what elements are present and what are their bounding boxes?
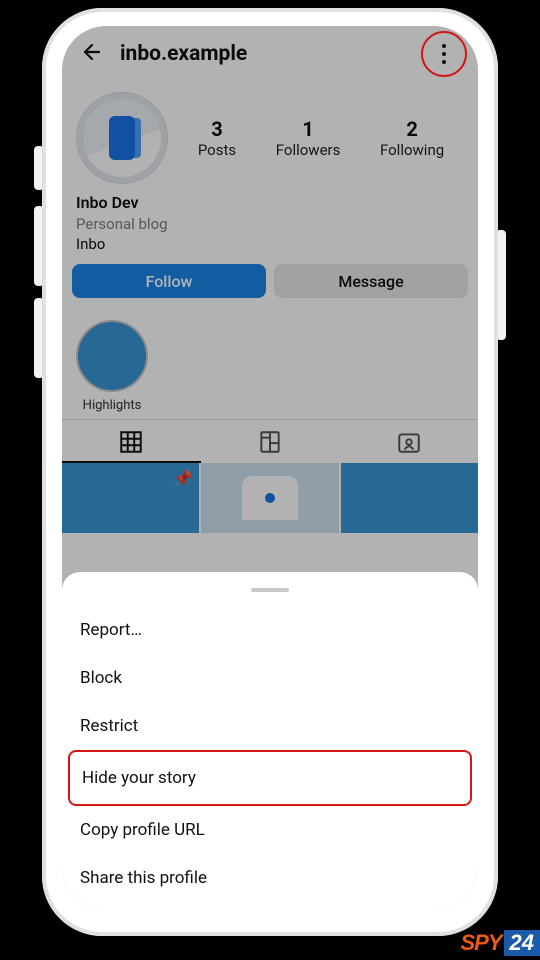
watermark-part2: 24 (504, 930, 540, 956)
action-sheet: Report…BlockRestrictHide your storyCopy … (62, 572, 478, 910)
sheet-drag-handle[interactable] (251, 588, 289, 592)
followers-label: Followers (276, 141, 341, 159)
following-count: 2 (380, 117, 444, 141)
avatar-logo-icon (109, 116, 135, 160)
highlights-section: Highlights (62, 310, 478, 419)
following-label: Following (380, 141, 444, 159)
tab-tagged[interactable] (339, 420, 478, 463)
highlight-label: Highlights (76, 398, 148, 413)
posts-count: 3 (198, 117, 236, 141)
message-button[interactable]: Message (274, 264, 468, 298)
sheet-item-block[interactable]: Block (68, 654, 472, 702)
stat-followers[interactable]: 1 Followers (276, 117, 341, 159)
more-options-button[interactable] (426, 36, 462, 72)
posts-label: Posts (198, 141, 236, 159)
reels-guide-icon (257, 429, 283, 455)
highlight-circle[interactable] (76, 320, 148, 392)
tagged-person-icon (396, 429, 422, 455)
app-screen: inbo.example 3 Posts 1 Followers 2 Follo… (62, 26, 478, 910)
profile-category: Personal blog (76, 214, 464, 234)
sheet-item-restrict[interactable]: Restrict (68, 702, 472, 750)
back-arrow-icon[interactable] (78, 40, 102, 68)
post-thumbnail[interactable]: 📌 (62, 463, 199, 533)
posts-grid: 📌 (62, 463, 478, 533)
profile-username: inbo.example (120, 42, 408, 66)
follow-button[interactable]: Follow (72, 264, 266, 298)
profile-stats: 3 Posts 1 Followers 2 Following (178, 117, 464, 159)
profile-header: inbo.example (62, 26, 478, 80)
grid-icon (118, 429, 144, 455)
stat-posts[interactable]: 3 Posts (198, 117, 236, 159)
pin-icon: 📌 (173, 469, 193, 488)
tab-guides[interactable] (201, 420, 340, 463)
profile-actions: Follow Message (62, 264, 478, 310)
watermark: SPY 24 (460, 930, 540, 956)
profile-bio: Inbo Dev Personal blog Inbo (62, 188, 478, 264)
post-thumbnail[interactable] (201, 463, 338, 533)
followers-count: 1 (276, 117, 341, 141)
watermark-part1: SPY (460, 930, 503, 956)
display-name: Inbo Dev (76, 192, 464, 214)
tab-grid[interactable] (62, 420, 201, 463)
annotation-circle (421, 31, 467, 77)
avatar[interactable] (76, 92, 168, 184)
profile-tabs (62, 419, 478, 463)
sheet-item-report[interactable]: Report… (68, 606, 472, 654)
profile-info-row: 3 Posts 1 Followers 2 Following (62, 80, 478, 188)
post-thumbnail[interactable] (341, 463, 478, 533)
sheet-item-copy-profile-url[interactable]: Copy profile URL (68, 806, 472, 854)
sheet-item-hide-your-story[interactable]: Hide your story (68, 750, 472, 806)
stat-following[interactable]: 2 Following (380, 117, 444, 159)
bio-text: Inbo (76, 234, 464, 254)
sheet-item-share-this-profile[interactable]: Share this profile (68, 854, 472, 902)
